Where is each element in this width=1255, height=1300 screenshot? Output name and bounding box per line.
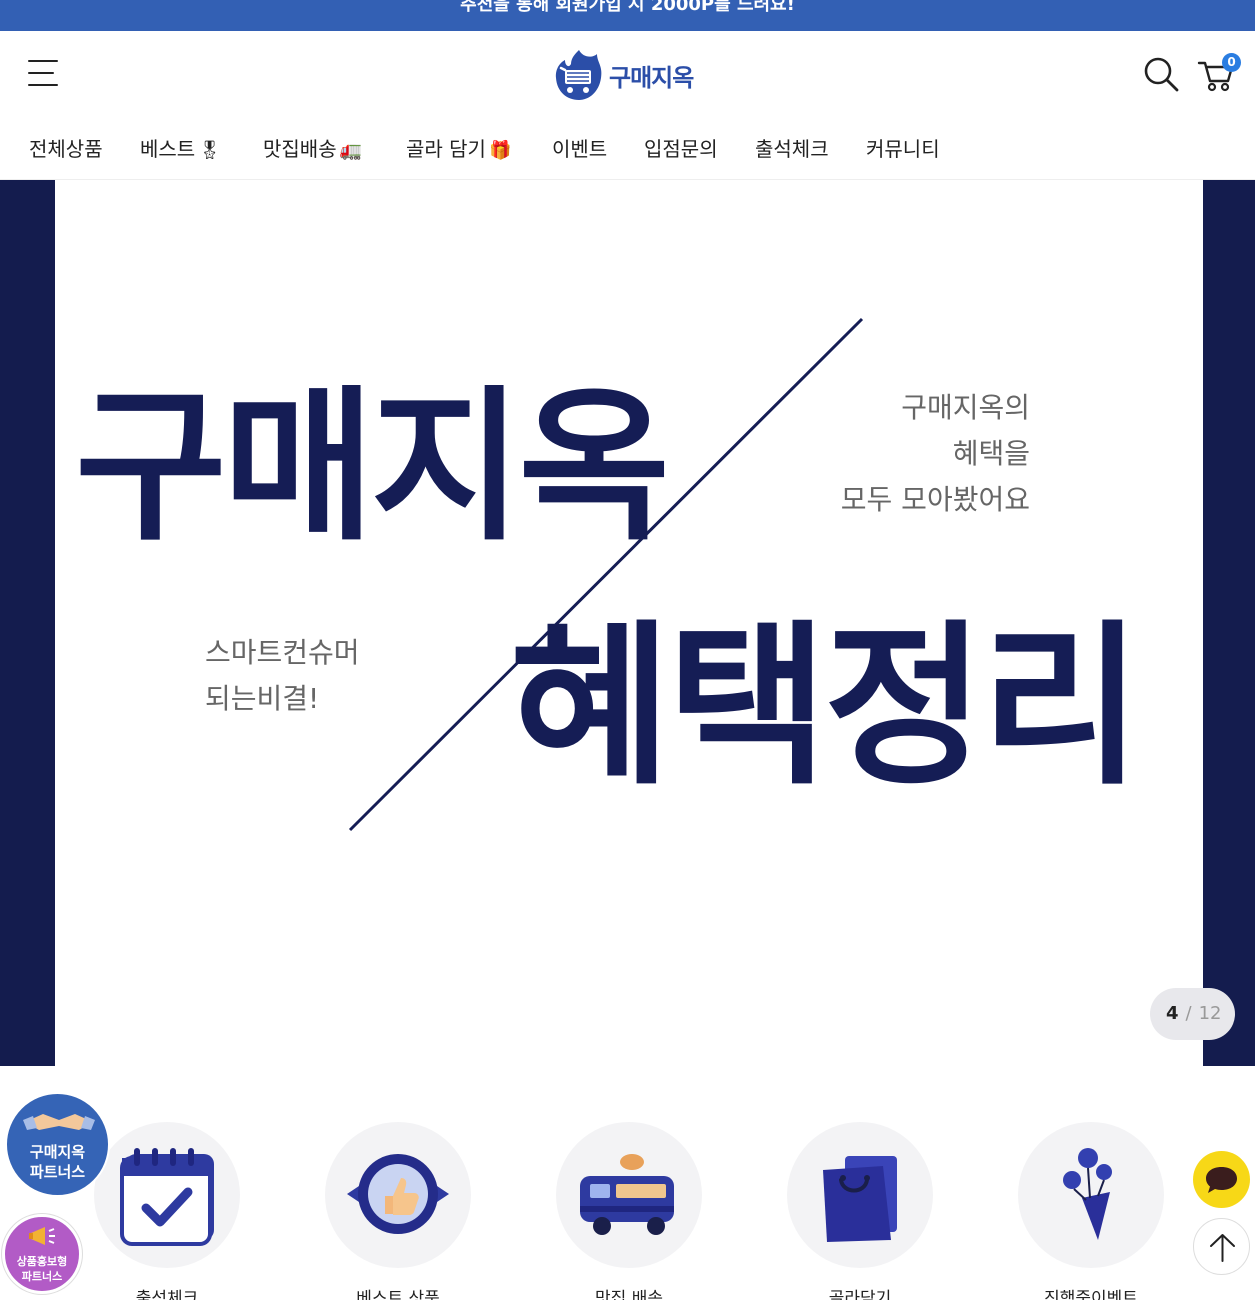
category-label: 진행중이벤트 [1044, 1289, 1138, 1300]
logo[interactable]: 구매지옥 [553, 48, 713, 102]
chat-button[interactable] [1193, 1151, 1250, 1208]
category-shortcuts: 출석체크 베스트 상품 맛집 배송 골라담기 진행중이벤트 [0, 1066, 1255, 1300]
logo-cart-icon [555, 50, 602, 100]
logo-text: 구매지옥 [609, 63, 694, 92]
category-ongoing-events[interactable]: 진행중이벤트 [1016, 1122, 1166, 1300]
cart-count-badge: 0 [1222, 53, 1241, 72]
nav-item-label: 골라 담기 [406, 137, 486, 161]
nav-item-label: 맛집배송 [263, 137, 337, 161]
nav-item-all-products[interactable]: 전체상품 [29, 133, 103, 162]
category-label: 골라담기 [828, 1289, 892, 1300]
medal-icon: 🎖 [198, 140, 222, 161]
gift-icon: 🎁 [488, 140, 512, 161]
nav-item-pick-and-choose[interactable]: 골라 담기 🎁 [406, 133, 511, 162]
slide-separator: / [1185, 1003, 1192, 1024]
nav-item-label: 전체상품 [29, 137, 103, 161]
banner-headline-2: 혜택정리 [510, 606, 1142, 809]
thumbs-up-badge-icon [325, 1122, 471, 1268]
nav-item-attendance[interactable]: 출석체크 [755, 133, 829, 162]
nav-item-label: 이벤트 [552, 137, 608, 161]
nav-item-event[interactable]: 이벤트 [552, 133, 607, 162]
category-best-products[interactable]: 베스트 상품 [323, 1122, 473, 1300]
promo-partners-button[interactable]: 상품홍보형 파트너스 [2, 1214, 82, 1294]
hero-banner[interactable]: 구매지옥 혜택정리 구매지옥의 혜택을 모두 모아봤어요 스마트컨슈머 되는비결… [0, 180, 1255, 1066]
truck-icon: 🚛 [339, 140, 363, 161]
search-icon[interactable] [1142, 55, 1180, 93]
nav-item-label: 베스트 [140, 137, 196, 161]
banner-subtext-left: 스마트컨슈머 되는비결! [205, 636, 360, 715]
party-balloons-icon [1018, 1122, 1164, 1268]
category-label: 출석체크 [135, 1289, 199, 1300]
scroll-to-top-button[interactable] [1193, 1218, 1250, 1275]
calendar-check-icon [94, 1122, 240, 1268]
food-truck-icon [556, 1122, 702, 1268]
slide-current: 4 [1166, 1003, 1179, 1024]
nav-item-restaurant-delivery[interactable]: 맛집배송 🚛 [263, 133, 362, 162]
nav-item-label: 커뮤니티 [866, 137, 940, 161]
nav-item-community[interactable]: 커뮤니티 [866, 133, 940, 162]
slide-counter: 4 / 12 [1150, 988, 1235, 1040]
handshake-icon [23, 1114, 95, 1130]
main-nav: 전체상품 베스트 🎖 맛집배송 🚛 골라 담기 🎁 이벤트 입점문의 출석체크 커뮤니… [0, 117, 1255, 180]
promo-partners-label: 상품홍보형 파트너스 [16, 1255, 68, 1283]
promo-text: 추천을 통해 회원가입 시 2000P를 드려요! [460, 0, 795, 15]
promo-bar[interactable]: 추천을 통해 회원가입 시 2000P를 드려요! [0, 0, 1255, 31]
hamburger-menu-icon[interactable] [28, 58, 62, 88]
header: 구매지옥 0 [0, 31, 1255, 117]
banner-subtext-right: 구매지옥의 혜택을 모두 모아봤어요 [840, 391, 1030, 516]
category-label: 맛집 배송 [595, 1289, 663, 1300]
partners-button[interactable]: 구매지옥 파트너스 [5, 1092, 110, 1197]
category-pick-and-choose[interactable]: 골라담기 [785, 1122, 935, 1300]
category-restaurant-delivery[interactable]: 맛집 배송 [554, 1122, 704, 1300]
banner-headline-1: 구매지옥 [75, 371, 670, 563]
slide-total: 12 [1198, 1003, 1222, 1024]
banner-slide[interactable]: 구매지옥 혜택정리 구매지옥의 혜택을 모두 모아봤어요 스마트컨슈머 되는비결… [55, 180, 1203, 1066]
category-label: 베스트 상품 [356, 1289, 440, 1300]
nav-item-best[interactable]: 베스트 🎖 [140, 133, 221, 162]
partners-label: 구매지옥 파트너스 [29, 1143, 86, 1181]
nav-item-label: 입점문의 [644, 137, 718, 161]
nav-item-store-inquiry[interactable]: 입점문의 [644, 133, 718, 162]
category-attendance[interactable]: 출석체크 [92, 1122, 242, 1300]
shopping-bag-icon [787, 1122, 933, 1268]
cart-button[interactable]: 0 [1196, 53, 1241, 95]
nav-item-label: 출석체크 [755, 137, 829, 161]
megaphone-icon [29, 1227, 55, 1245]
arrow-up-icon [1210, 1234, 1235, 1262]
chat-bubble-icon [1206, 1167, 1237, 1193]
